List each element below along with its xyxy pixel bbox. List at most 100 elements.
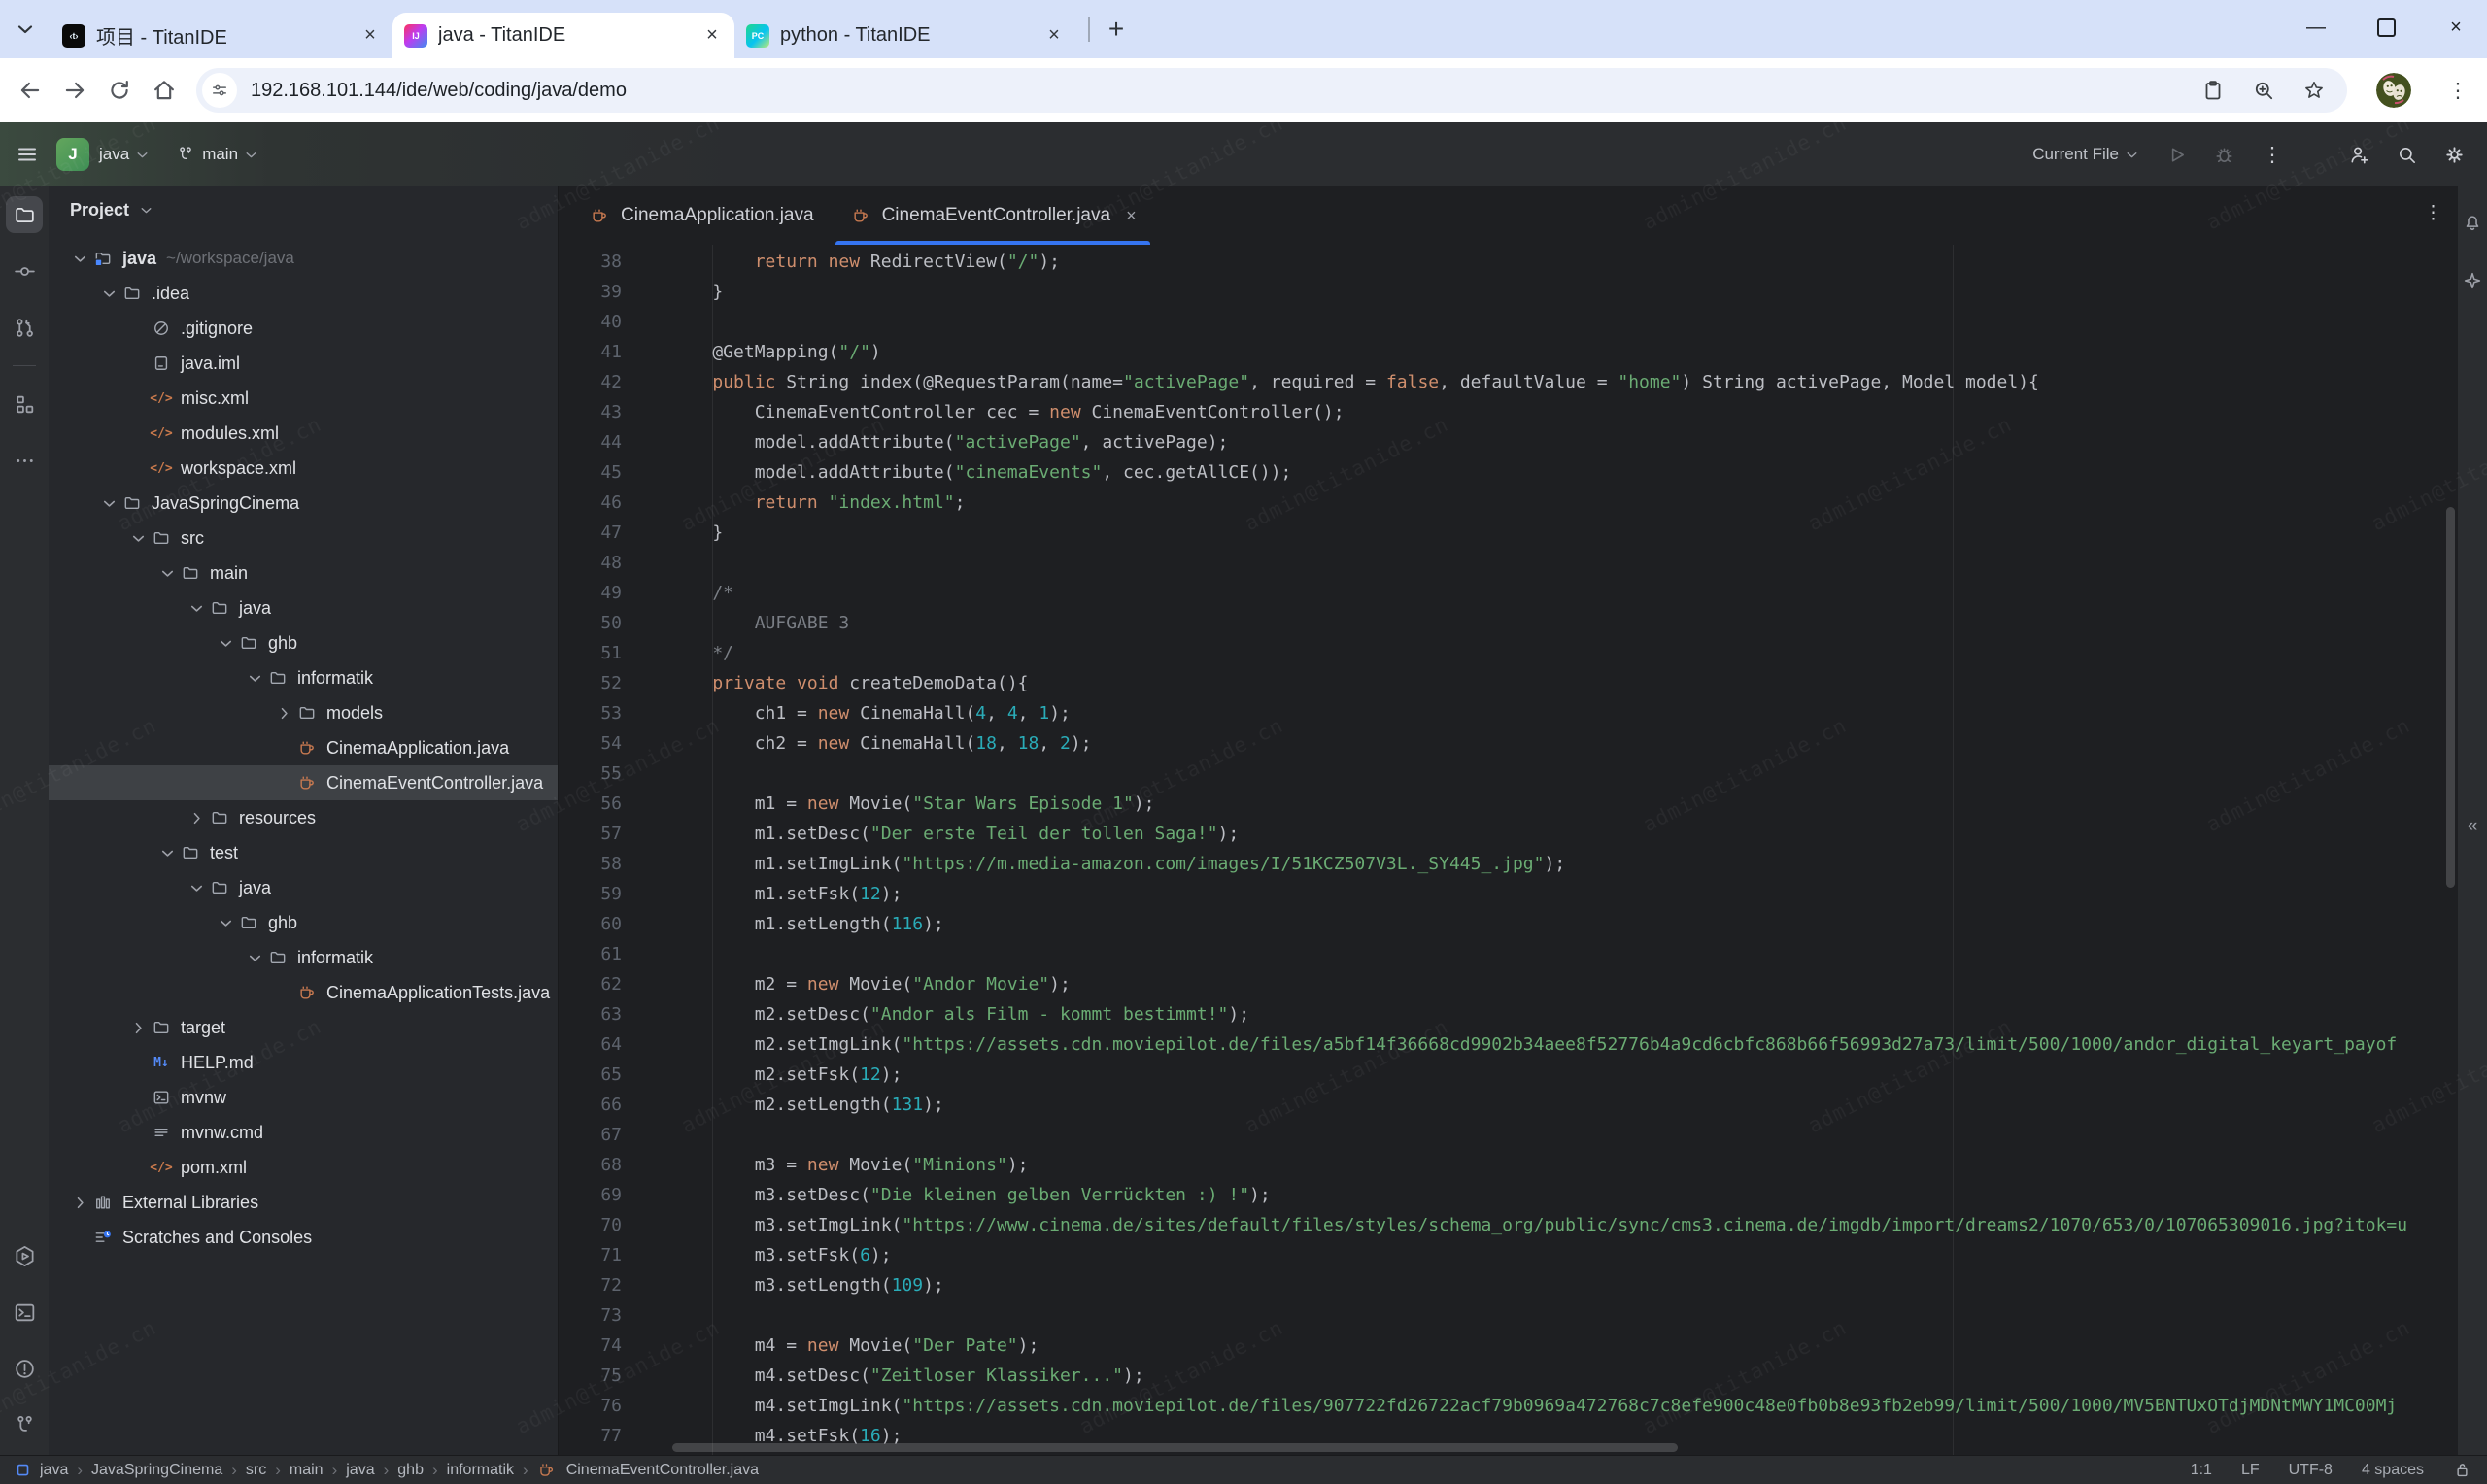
- tree-item-java[interactable]: java~/workspace/java: [49, 241, 558, 276]
- chevron-down-icon[interactable]: [68, 247, 91, 270]
- line-number[interactable]: 50: [559, 608, 622, 638]
- tree-item-scratches-and-consoles[interactable]: Scratches and Consoles: [49, 1220, 558, 1255]
- line-number[interactable]: 39: [559, 277, 622, 307]
- code-line[interactable]: 43 CinemaEventController cec = new Cinem…: [559, 397, 2458, 427]
- site-info-button[interactable]: [202, 73, 237, 108]
- line-number[interactable]: 67: [559, 1120, 622, 1150]
- horizontal-scrollbar[interactable]: [672, 1443, 1678, 1452]
- line-number[interactable]: 72: [559, 1270, 622, 1300]
- code-line[interactable]: 68 m3 = new Movie("Minions");: [559, 1150, 2458, 1180]
- tree-item-test[interactable]: test: [49, 835, 558, 870]
- chevron-down-icon[interactable]: [97, 282, 120, 305]
- chevron-down-icon[interactable]: [155, 561, 179, 585]
- code-line[interactable]: 49 /*: [559, 578, 2458, 608]
- tree-item-target[interactable]: target: [49, 1010, 558, 1045]
- line-number[interactable]: 69: [559, 1180, 622, 1210]
- code-line[interactable]: 56 m1 = new Movie("Star Wars Episode 1")…: [559, 789, 2458, 819]
- code-line[interactable]: 73: [559, 1300, 2458, 1331]
- tree-item-models[interactable]: models: [49, 695, 558, 730]
- project-avatar[interactable]: J: [56, 138, 89, 171]
- tree-item-cinemaeventcontroller-java[interactable]: CinemaEventController.java: [49, 765, 558, 800]
- forward-icon[interactable]: [62, 78, 87, 103]
- tree-item-resources[interactable]: resources: [49, 800, 558, 835]
- line-number[interactable]: 56: [559, 789, 622, 819]
- browser-tab[interactable]: ‹t›项目 - TitanIDE×: [51, 13, 392, 58]
- line-number[interactable]: 68: [559, 1150, 622, 1180]
- tree-item-pom-xml[interactable]: </>pom.xml: [49, 1150, 558, 1185]
- code-line[interactable]: 38 return new RedirectView("/");: [559, 247, 2458, 277]
- breadcrumb-item[interactable]: main: [290, 1462, 324, 1479]
- line-number[interactable]: 77: [559, 1421, 622, 1451]
- tab-search-chevron-icon[interactable]: [14, 17, 37, 41]
- code-line[interactable]: 40: [559, 307, 2458, 337]
- code-line[interactable]: 76 m4.setImgLink("https://assets.cdn.mov…: [559, 1391, 2458, 1421]
- tree-item-java-iml[interactable]: java.iml: [49, 346, 558, 381]
- code-line[interactable]: 60 m1.setLength(116);: [559, 909, 2458, 939]
- code-line[interactable]: 74 m4 = new Movie("Der Pate");: [559, 1331, 2458, 1361]
- file-encoding[interactable]: UTF-8: [2289, 1462, 2333, 1479]
- code-line[interactable]: 46 return "index.html";: [559, 488, 2458, 518]
- code-line[interactable]: 45 model.addAttribute("cinemaEvents", ce…: [559, 457, 2458, 488]
- breadcrumb-item[interactable]: ghb: [397, 1462, 424, 1479]
- bookmark-star-icon[interactable]: [2302, 79, 2326, 102]
- tree-item-java[interactable]: java: [49, 870, 558, 905]
- tree-item-mvnw-cmd[interactable]: mvnw.cmd: [49, 1115, 558, 1150]
- line-number[interactable]: 66: [559, 1090, 622, 1120]
- line-number[interactable]: 59: [559, 879, 622, 909]
- line-number[interactable]: 49: [559, 578, 622, 608]
- code-line[interactable]: 75 m4.setDesc("Zeitloser Klassiker...");: [559, 1361, 2458, 1391]
- chevron-down-icon[interactable]: [185, 876, 208, 899]
- line-number[interactable]: 64: [559, 1029, 622, 1060]
- line-number[interactable]: 40: [559, 307, 622, 337]
- code-line[interactable]: 48: [559, 548, 2458, 578]
- run-config-selector[interactable]: Current File: [2032, 145, 2119, 164]
- line-ending[interactable]: LF: [2241, 1462, 2260, 1479]
- line-number[interactable]: 48: [559, 548, 622, 578]
- line-number[interactable]: 70: [559, 1210, 622, 1240]
- tree-item-main[interactable]: main: [49, 556, 558, 590]
- breadcrumb-item[interactable]: CinemaEventController.java: [566, 1462, 759, 1479]
- ai-assistant-icon[interactable]: [2462, 270, 2483, 291]
- line-number[interactable]: 55: [559, 759, 622, 789]
- code-editor[interactable]: 38 return new RedirectView("/");39 }4041…: [559, 245, 2458, 1455]
- more-actions-button[interactable]: ⋮: [2261, 143, 2284, 167]
- line-number[interactable]: 46: [559, 488, 622, 518]
- code-line[interactable]: 52 private void createDemoData(){: [559, 668, 2458, 698]
- browser-tab[interactable]: PCpython - TitanIDE×: [734, 13, 1076, 58]
- new-tab-button[interactable]: +: [1102, 15, 1131, 44]
- tree-item-informatik[interactable]: informatik: [49, 660, 558, 695]
- line-number[interactable]: 53: [559, 698, 622, 728]
- commit-tool-button[interactable]: [6, 253, 43, 289]
- code-line[interactable]: 50 AUFGABE 3: [559, 608, 2458, 638]
- tree-item-javaspringcinema[interactable]: JavaSpringCinema: [49, 486, 558, 521]
- code-line[interactable]: 65 m2.setFsk(12);: [559, 1060, 2458, 1090]
- line-number[interactable]: 58: [559, 849, 622, 879]
- chevron-down-icon[interactable]: [214, 631, 237, 655]
- editor-tab[interactable]: CinemaApplication.java: [570, 186, 832, 245]
- line-number[interactable]: 73: [559, 1300, 622, 1331]
- line-number[interactable]: 51: [559, 638, 622, 668]
- tree-item-src[interactable]: src: [49, 521, 558, 556]
- problems-tool-button[interactable]: [6, 1350, 43, 1387]
- chevron-down-icon[interactable]: [243, 666, 266, 690]
- home-icon[interactable]: [152, 78, 177, 103]
- code-line[interactable]: 71 m3.setFsk(6);: [559, 1240, 2458, 1270]
- code-line[interactable]: 57 m1.setDesc("Der erste Teil der tollen…: [559, 819, 2458, 849]
- tree-item--idea[interactable]: .idea: [49, 276, 558, 311]
- line-number[interactable]: 76: [559, 1391, 622, 1421]
- profile-avatar[interactable]: [2376, 73, 2411, 108]
- code-line[interactable]: 59 m1.setFsk(12);: [559, 879, 2458, 909]
- project-name[interactable]: java: [99, 145, 129, 164]
- chevron-down-icon[interactable]: [185, 596, 208, 620]
- line-number[interactable]: 38: [559, 247, 622, 277]
- close-editor-tab-icon[interactable]: ×: [1126, 206, 1137, 226]
- line-number[interactable]: 60: [559, 909, 622, 939]
- close-tab-icon[interactable]: ×: [359, 24, 381, 47]
- chevron-right-icon[interactable]: [185, 806, 208, 829]
- code-line[interactable]: 44 model.addAttribute("activePage", acti…: [559, 427, 2458, 457]
- add-user-icon[interactable]: [2348, 144, 2370, 166]
- main-menu-icon[interactable]: [16, 143, 39, 166]
- code-line[interactable]: 67: [559, 1120, 2458, 1150]
- branch-name[interactable]: main: [202, 145, 238, 164]
- chevron-down-icon[interactable]: [214, 911, 237, 934]
